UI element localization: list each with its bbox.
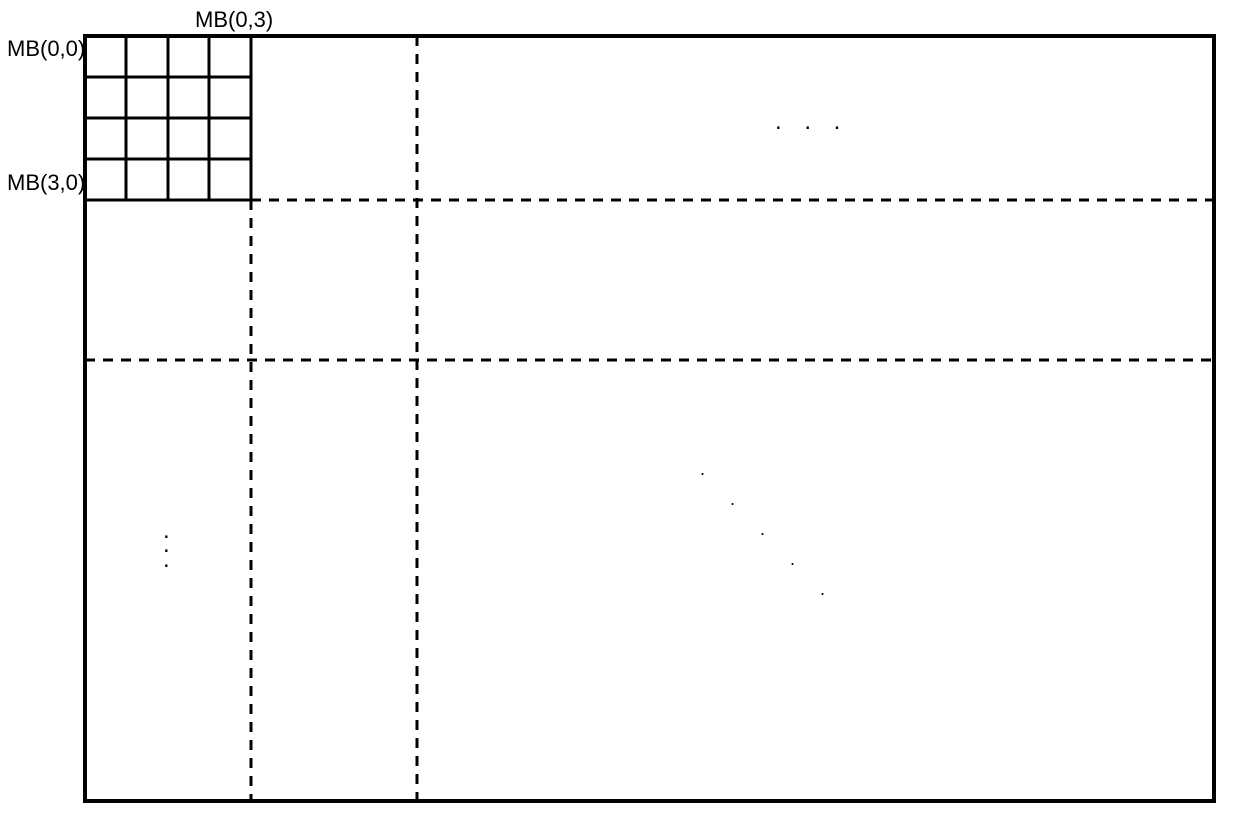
macroblock-diagram (0, 0, 1239, 824)
diagram-frame (85, 36, 1214, 801)
macroblock-grid (85, 36, 251, 200)
